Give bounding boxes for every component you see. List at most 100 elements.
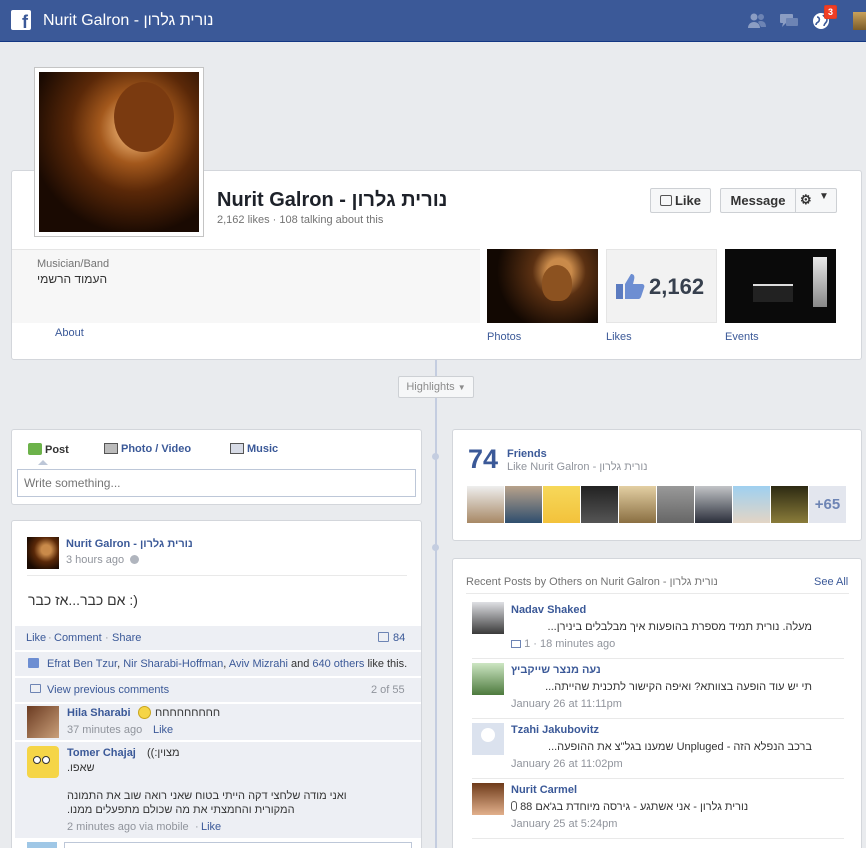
more-friends-button[interactable]: +65 [809, 486, 846, 523]
friend-thumbnail[interactable] [505, 486, 542, 523]
comment-bubble-icon [30, 684, 41, 693]
friend-thumbnail[interactable] [581, 486, 618, 523]
recent-post-author[interactable]: Tzahi Jakubovitz [511, 724, 599, 736]
share-count[interactable]: 84 [393, 632, 405, 644]
events-thumbnail[interactable] [725, 249, 836, 323]
chevron-down-icon: ▼ [457, 383, 466, 392]
divider [466, 593, 849, 594]
comment-author[interactable]: Hila Sharabi [67, 707, 131, 719]
recent-post-avatar[interactable] [472, 783, 504, 815]
tab-photo-video-label: Photo / Video [121, 443, 192, 455]
see-all-link[interactable]: See All [814, 576, 848, 588]
message-button[interactable]: Message [721, 189, 796, 212]
view-previous-comments-link[interactable]: View previous comments [47, 684, 169, 696]
facebook-logo-icon[interactable]: f [11, 10, 31, 30]
comment-author[interactable]: Tomer Chajaj [67, 747, 136, 759]
friend-thumbnail[interactable] [619, 486, 656, 523]
recent-post-avatar[interactable] [472, 663, 504, 695]
comment-link[interactable]: Comment [54, 632, 102, 644]
recent-post-time: 18 minutes ago [539, 638, 616, 650]
recent-post-text: מעלה. נורית תמיד מספרת בהופעות איך מבלבל… [547, 621, 812, 633]
friend-thumbnail[interactable] [543, 486, 580, 523]
post-actions-bar: Like · Comment · Share 84 [15, 626, 421, 650]
post-author-avatar[interactable] [27, 537, 59, 569]
reply-avatar [27, 842, 57, 848]
post-author[interactable]: Nurit Galron - נורית גלרון [66, 538, 193, 550]
highlights-dropdown[interactable]: Highlights ▼ [398, 376, 474, 398]
like-page-button[interactable]: Like [650, 188, 711, 213]
likes-box[interactable]: 2,162 [606, 249, 717, 323]
recent-post-item[interactable]: Nadav Shaked מעלה. נורית תמיד מספרת בהופ… [472, 599, 844, 659]
liker-link[interactable]: Nir Sharabi-Hoffman [123, 658, 223, 670]
globe-icon [130, 555, 140, 564]
profile-picture-frame[interactable] [34, 67, 204, 237]
friend-thumbnail[interactable] [467, 486, 504, 523]
hair-shape [114, 82, 174, 152]
comment-text-line1: מצוין:)) [147, 747, 180, 759]
events-label[interactable]: Events [725, 331, 759, 343]
friend-thumbnail[interactable] [771, 486, 808, 523]
commenter-avatar[interactable] [27, 706, 59, 738]
recent-post-author[interactable]: נעה מנצר שייקביץ [511, 664, 601, 676]
likes-label[interactable]: Likes [606, 331, 632, 343]
comments-count: 2 of 55 [371, 684, 405, 696]
friend-thumbnail[interactable] [695, 486, 732, 523]
friends-label[interactable]: Friends [507, 448, 547, 460]
friend-thumbnail[interactable] [733, 486, 770, 523]
like-page-label: Like [674, 193, 701, 208]
likes-and-text: and [290, 658, 310, 670]
divider [472, 838, 844, 839]
attachment-icon [511, 801, 517, 811]
commenter-avatar[interactable] [27, 746, 59, 778]
tab-post[interactable]: Post [28, 443, 69, 456]
thumbs-up-large-icon [616, 274, 645, 299]
post-time[interactable]: 3 hours ago [66, 554, 140, 566]
friend-requests-icon[interactable] [747, 12, 767, 30]
recent-post-author[interactable]: Nadav Shaked [511, 604, 586, 616]
post-likes-line: Efrat Ben Tzur, Nir Sharabi-Hoffman, Avi… [15, 652, 421, 676]
profile-avatar[interactable] [853, 12, 866, 30]
friends-count[interactable]: 74 [468, 444, 498, 475]
photos-label[interactable]: Photos [487, 331, 521, 343]
gear-icon[interactable]: ⚙ [800, 192, 812, 208]
recent-post-item[interactable]: Nurit Carmel נורית גלרון - אני אשתגע - ג… [472, 779, 844, 839]
reply-input[interactable] [64, 842, 412, 848]
page-title[interactable]: Nurit Galron - נורית גלרון [217, 189, 447, 212]
others-link[interactable]: 640 others [312, 658, 364, 670]
friend-thumbnail[interactable] [657, 486, 694, 523]
share-count-icon[interactable] [378, 632, 389, 642]
recent-post-author[interactable]: Nurit Carmel [511, 784, 577, 796]
share-link[interactable]: Share [112, 632, 141, 644]
tab-pointer-icon [38, 460, 48, 465]
recent-post-item[interactable]: נעה מנצר שייקביץ תי יש עוד הופעה בצוותא?… [472, 659, 844, 719]
recent-post-meta: 1 · 18 minutes ago [511, 638, 615, 650]
recent-posts-card: Recent Posts by Others on Nurit Galron -… [452, 558, 862, 848]
chevron-down-icon[interactable]: ▼ [819, 191, 829, 202]
music-icon [230, 443, 244, 454]
about-link[interactable]: About [55, 327, 84, 339]
like-link[interactable]: Like [26, 632, 46, 644]
smiley-icon [138, 706, 151, 719]
post-time-text: 3 hours ago [66, 554, 125, 566]
composer-card: Post Photo / Video Music [11, 429, 422, 505]
timeline-dot [432, 453, 439, 460]
tab-photo-video[interactable]: Photo / Video [104, 443, 191, 455]
recent-post-item[interactable]: Tzahi Jakubovitz ברכב הנפלא הזה - Unplug… [472, 719, 844, 779]
comment-item: Hila Sharabi חחחחחחחחח 37 minutes ago Li… [15, 704, 421, 740]
liker-link[interactable]: Efrat Ben Tzur [47, 658, 117, 670]
tab-post-label: Post [45, 444, 69, 456]
comment-like-link[interactable]: Like [201, 821, 221, 833]
write-something-input[interactable] [17, 469, 416, 497]
recent-post-time: January 26 at 11:11pm [511, 698, 622, 710]
notification-count-badge: 3 [824, 5, 838, 19]
liker-link[interactable]: Aviv Mizrahi [229, 658, 288, 670]
likes-suffix: like this. [367, 658, 408, 670]
messages-icon[interactable] [779, 12, 799, 30]
recent-post-avatar[interactable] [472, 723, 504, 755]
page-category: Musician/Band [37, 258, 110, 270]
comment-like-link[interactable]: Like [153, 724, 173, 736]
tab-music[interactable]: Music [230, 443, 278, 455]
profile-picture [39, 72, 199, 232]
photos-thumbnail[interactable] [487, 249, 598, 323]
recent-post-avatar[interactable] [472, 602, 504, 634]
